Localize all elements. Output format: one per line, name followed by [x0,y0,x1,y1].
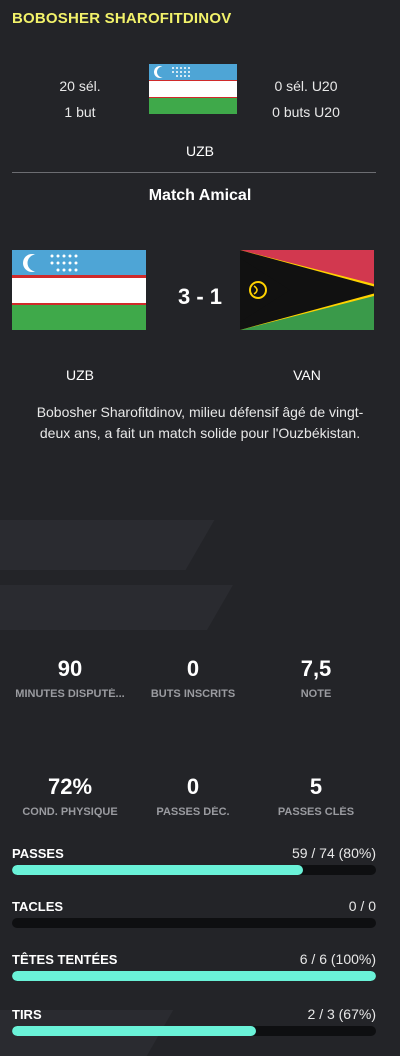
stat-bar-label: TACLES [12,899,64,914]
kpi-value: 5 [309,774,323,799]
stat-bar-fill [12,1026,256,1036]
stat-bar-passes: PASSES 59 / 74 (80%) [12,843,376,875]
kpi-value: 0 [186,774,200,799]
kpi-assists: 0 PASSES DÉC. [131,774,255,818]
match-score: 3 - 1 [177,284,223,309]
uzbekistan-flag-icon [149,64,237,114]
stat-bar-headers: TÊTES TENTÉES 6 / 6 (100%) [12,949,376,981]
away-team-code: VAN [293,367,321,383]
stat-bar-track [12,865,376,875]
caps-count: 20 sél. [59,78,101,94]
stat-bar-tackles: TACLES 0 / 0 [12,896,376,928]
kpi-minutes: 90 MINUTES DISPUTÉ... [8,656,132,700]
stat-bar-track [12,1026,376,1036]
stat-bar-label: TIRS [12,1007,42,1022]
kpi-label: PASSES DÉC. [156,806,230,818]
nation-code: UZB [186,143,214,159]
stat-bar-fill [12,971,376,981]
player-name: BOBOSHER SHAROFITDINOV [12,10,232,27]
kpi-value: 72% [47,774,93,799]
stat-bar-track [12,918,376,928]
kpi-label: MINUTES DISPUTÉ... [15,688,125,700]
stat-bar-value: 2 / 3 (67%) [307,1006,376,1022]
u20-caps-count: 0 sél. U20 [274,78,338,94]
stat-bar-label: PASSES [12,846,64,861]
match-title: Match Amical [148,187,252,204]
kpi-label: PASSES CLÉS [277,806,355,818]
home-team-code: UZB [66,367,94,383]
kpi-value: 90 [57,656,83,681]
stat-bar-label: TÊTES TENTÉES [12,952,118,967]
stat-bar-value: 6 / 6 (100%) [299,951,376,967]
kpi-label: COND. PHYSIQUE [22,806,118,818]
kpi-label: BUTS INSCRITS [150,688,236,700]
stat-bar-value: 0 / 0 [348,898,376,914]
kpi-condition: 72% COND. PHYSIQUE [8,774,132,818]
kpi-key-passes: 5 PASSES CLÉS [254,774,378,818]
stat-bar-value: 59 / 74 (80%) [291,845,376,861]
stat-bar-fill [12,865,304,875]
background-stripe [0,520,215,570]
away-flag-icon [240,250,374,330]
kpi-label: NOTE [300,688,332,700]
kpi-value: 0 [186,656,200,681]
match-description: Bobosher Sharofitdinov, milieu défensif … [36,404,364,441]
kpi-goals: 0 BUTS INSCRITS [131,656,255,700]
home-flag-icon [12,250,146,330]
stat-bar-shots: TIRS 2 / 3 (67%) [12,1004,376,1036]
background-stripe [0,585,233,630]
stat-bar-track [12,971,376,981]
u20-goals-count: 0 buts U20 [272,104,340,120]
section-divider [12,172,376,173]
kpi-rating: 7,5 NOTE [254,656,378,700]
kpi-value: 7,5 [300,656,332,681]
goals-count: 1 but [64,104,96,120]
